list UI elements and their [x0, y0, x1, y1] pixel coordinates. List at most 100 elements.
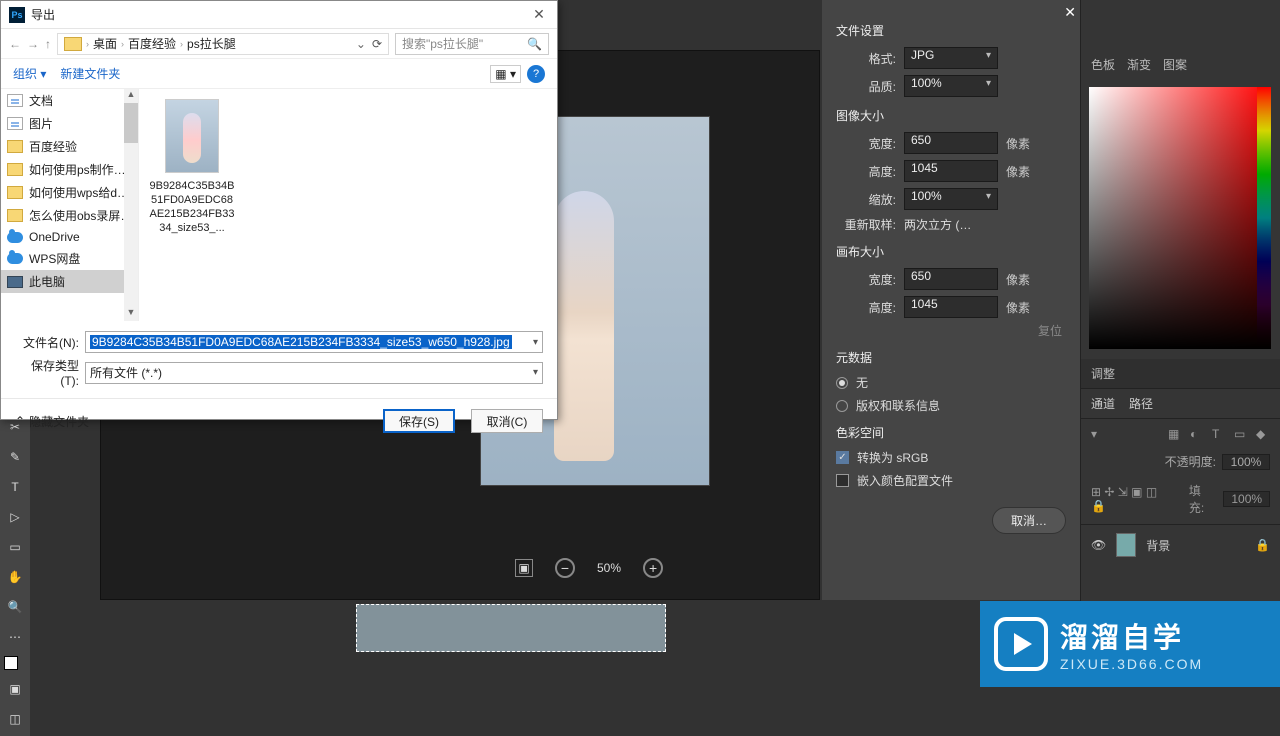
crumb-dropdown-icon[interactable]: ⌄	[356, 37, 366, 51]
zoom-out-button[interactable]: −	[555, 558, 575, 578]
tab-patterns[interactable]: 图案	[1163, 56, 1187, 73]
tab-paths[interactable]: 路径	[1129, 395, 1153, 412]
path-tool-icon[interactable]: ▷	[4, 506, 26, 528]
zoom-in-button[interactable]: +	[643, 558, 663, 578]
tab-channels[interactable]: 通道	[1091, 395, 1115, 412]
reset-button[interactable]: 复位	[836, 322, 1066, 339]
meta-none-radio[interactable]	[836, 377, 848, 389]
folder-icon	[64, 37, 82, 51]
text-tool-icon[interactable]: T	[4, 476, 26, 498]
crumb-1[interactable]: 百度经验	[128, 35, 176, 52]
zoom-tool-icon[interactable]: 🔍	[4, 596, 26, 618]
sidebar-item-6[interactable]: OneDrive	[1, 227, 138, 247]
lock-icons[interactable]: ⊞ ✢ ⇲ ▣ ◫ 🔒	[1091, 485, 1173, 513]
fit-screen-icon[interactable]: ▣	[515, 559, 533, 577]
scroll-down-icon[interactable]: ▼	[124, 307, 138, 321]
help-icon[interactable]: ?	[527, 65, 545, 83]
new-folder-button[interactable]: 新建文件夹	[60, 65, 120, 82]
canvas-width-input[interactable]: 650	[904, 268, 998, 290]
sidebar-scrollbar[interactable]: ▲ ▼	[124, 89, 138, 321]
ps-icon: Ps	[9, 7, 25, 23]
crumb-2[interactable]: ps拉长腿	[187, 35, 236, 52]
file-thumb	[165, 99, 219, 173]
crumb-0[interactable]: 桌面	[93, 35, 117, 52]
filetype-select[interactable]: 所有文件 (*.*)	[85, 362, 543, 384]
height-unit: 像素	[1006, 163, 1040, 180]
sidebar-item-label: 怎么使用obs录屏…	[29, 207, 132, 224]
hand-tool-icon[interactable]: ✋	[4, 566, 26, 588]
section-colorspace: 色彩空间	[836, 424, 1066, 441]
scale-label: 缩放:	[836, 191, 896, 208]
layer-smart-icon[interactable]: ◆	[1256, 427, 1270, 441]
convert-srgb-label: 转换为 sRGB	[857, 449, 928, 466]
sidebar-item-0[interactable]: 文档	[1, 89, 138, 112]
filename-input[interactable]: 9B9284C35B34B51FD0A9EDC68AE215B234FB3334…	[85, 331, 543, 353]
filter-icon[interactable]: ▾	[1091, 427, 1105, 441]
ch-label: 高度:	[836, 299, 896, 316]
cancel-button[interactable]: 取消(C)	[471, 409, 543, 433]
resample-select[interactable]: 两次立方 (…	[904, 216, 971, 233]
visibility-icon[interactable]: 👁	[1091, 538, 1106, 552]
format-select[interactable]: JPG	[904, 47, 998, 69]
sidebar-item-3[interactable]: 如何使用ps制作…	[1, 158, 138, 181]
tab-swatches[interactable]: 色板	[1091, 56, 1115, 73]
sidebar-item-4[interactable]: 如何使用wps给d…	[1, 181, 138, 204]
nav-up-icon[interactable]: ↑	[45, 37, 51, 51]
foreground-color-swatch[interactable]	[4, 656, 18, 670]
convert-srgb-checkbox[interactable]: ✓	[836, 451, 849, 464]
color-picker[interactable]	[1089, 87, 1271, 349]
breadcrumb[interactable]: › 桌面 › 百度经验 › ps拉长腿 ⌄ ⟳	[57, 33, 389, 55]
dialog-close-icon[interactable]: ✕	[529, 6, 549, 23]
shape-tool-icon[interactable]: ▭	[4, 536, 26, 558]
organize-button[interactable]: 组织 ▾	[13, 65, 46, 82]
opacity-input[interactable]: 100%	[1222, 454, 1270, 470]
more-tools-icon[interactable]: ⋯	[4, 626, 26, 648]
scroll-up-icon[interactable]: ▲	[124, 89, 138, 103]
quality-select[interactable]: 100%	[904, 75, 998, 97]
quickmask-icon[interactable]: ◫	[4, 708, 26, 730]
file-name: 9B9284C35B34B51FD0A9EDC68AE215B234FB3334…	[149, 179, 235, 235]
opacity-label: 不透明度:	[1165, 453, 1216, 470]
fill-input[interactable]: 100%	[1223, 491, 1270, 507]
scale-select[interactable]: 100%	[904, 188, 998, 210]
export-cancel-button[interactable]: 取消…	[992, 507, 1066, 534]
hue-slider[interactable]	[1257, 87, 1271, 349]
lock-icon[interactable]: 🔒	[1255, 538, 1270, 552]
sidebar-item-label: 文档	[29, 92, 53, 109]
scroll-thumb[interactable]	[124, 103, 138, 143]
layer-text-icon[interactable]: T	[1212, 427, 1226, 441]
save-button[interactable]: 保存(S)	[383, 409, 455, 433]
sidebar-item-1[interactable]: 图片	[1, 112, 138, 135]
file-item[interactable]: 9B9284C35B34B51FD0A9EDC68AE215B234FB3334…	[149, 99, 235, 235]
brush-tool-icon[interactable]: ✎	[4, 446, 26, 468]
pc-icon	[7, 276, 23, 288]
watermark: 溜溜自学 ZIXUE.3D66.COM	[980, 601, 1280, 687]
embed-profile-checkbox[interactable]	[836, 474, 849, 487]
nav-back-icon[interactable]: ←	[9, 37, 21, 51]
doc-icon	[7, 94, 23, 107]
sidebar-item-8[interactable]: 此电脑	[1, 270, 138, 293]
width-input[interactable]: 650	[904, 132, 998, 154]
embed-profile-label: 嵌入颜色配置文件	[857, 472, 953, 489]
folder-icon	[7, 186, 23, 199]
tab-gradients[interactable]: 渐变	[1127, 56, 1151, 73]
layer-img-icon[interactable]: ▦	[1168, 427, 1182, 441]
height-input[interactable]: 1045	[904, 160, 998, 182]
refresh-icon[interactable]: ⟳	[372, 37, 382, 51]
layer-row[interactable]: 👁 背景 🔒	[1081, 524, 1280, 565]
screen-mode-icon[interactable]: ▣	[4, 678, 26, 700]
view-mode-button[interactable]: ▦ ▾	[490, 65, 521, 83]
layer-shape-icon[interactable]: ▭	[1234, 427, 1248, 441]
selection-marquee	[356, 604, 666, 652]
sidebar-item-7[interactable]: WPS网盘	[1, 247, 138, 270]
hide-folders-toggle[interactable]: ⌃隐藏文件夹	[15, 413, 89, 430]
sidebar-item-2[interactable]: 百度经验	[1, 135, 138, 158]
layer-adj-icon[interactable]: ◐	[1190, 427, 1204, 441]
close-icon[interactable]: ✕	[1064, 4, 1076, 21]
search-input[interactable]: 搜索"ps拉长腿" 🔍	[395, 33, 549, 55]
meta-copyright-radio[interactable]	[836, 400, 848, 412]
file-pane[interactable]: 9B9284C35B34B51FD0A9EDC68AE215B234FB3334…	[139, 89, 557, 321]
canvas-height-input[interactable]: 1045	[904, 296, 998, 318]
nav-fwd-icon[interactable]: →	[27, 37, 39, 51]
sidebar-item-5[interactable]: 怎么使用obs录屏…	[1, 204, 138, 227]
